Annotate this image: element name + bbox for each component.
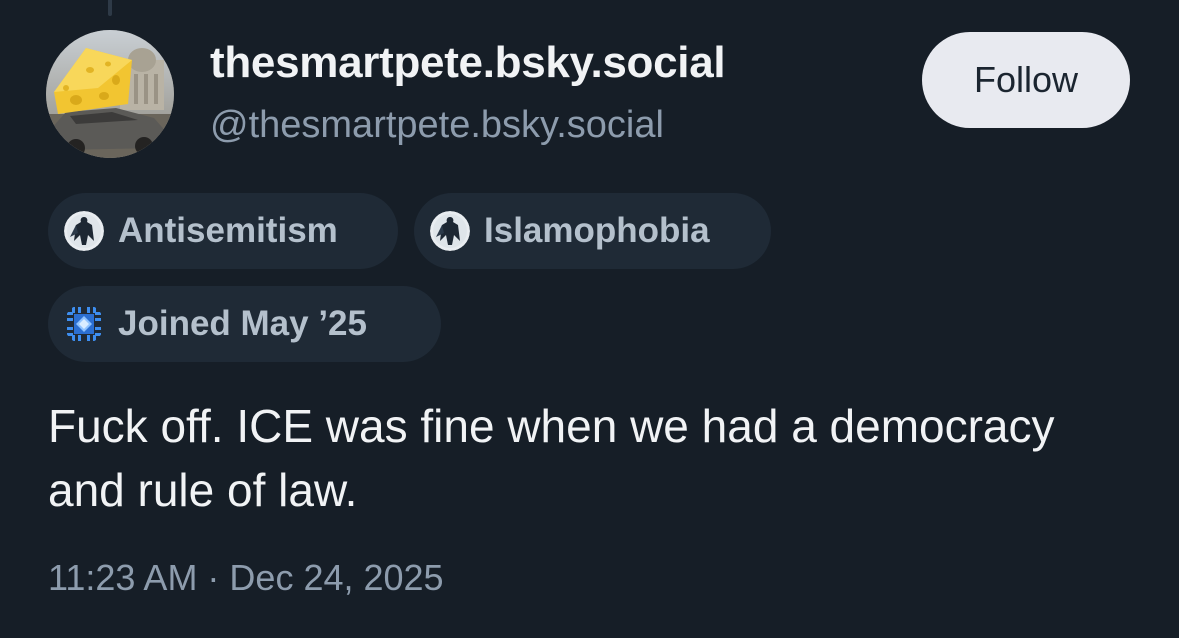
label-text: Antisemitism <box>118 211 338 250</box>
label-pill-antisemitism[interactable]: Antisemitism <box>48 193 398 269</box>
label-text: Islamophobia <box>484 211 710 250</box>
thread-connector-line <box>108 0 112 16</box>
label-pill-islamophobia[interactable]: Islamophobia <box>414 193 771 269</box>
blue-grid-badge-icon <box>64 304 104 344</box>
follow-button[interactable]: Follow <box>922 32 1130 128</box>
post-timestamp: 11:23 AM · Dec 24, 2025 <box>48 557 444 598</box>
joined-date-badge[interactable]: Joined May ’25 <box>48 286 441 362</box>
joined-date-text: Joined May ’25 <box>118 304 367 343</box>
author-handle[interactable]: @thesmartpete.bsky.social <box>210 104 664 147</box>
caped-figure-icon <box>64 211 104 251</box>
caped-figure-icon <box>430 211 470 251</box>
post-body-text: Fuck off. ICE was fine when we had a dem… <box>48 400 1055 516</box>
author-display-name[interactable]: thesmartpete.bsky.social <box>210 38 726 88</box>
author-avatar[interactable] <box>46 30 174 158</box>
